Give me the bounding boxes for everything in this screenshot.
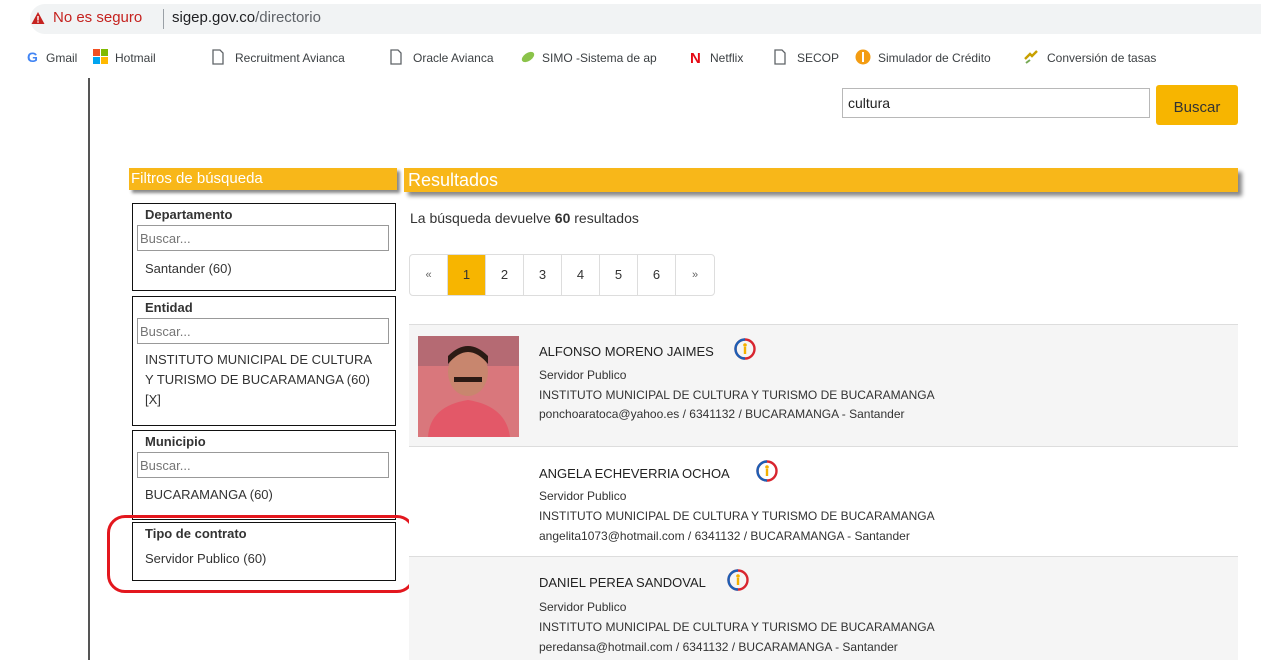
bookmark-conversion-tasas[interactable]: Conversión de tasas [1047,51,1242,65]
pagination-page-2[interactable]: 2 [486,255,524,295]
result-role: Servidor Publico [539,368,627,382]
arrows-icon [1024,50,1038,64]
pagination-page-1[interactable]: 1 [448,255,486,295]
results-count-number: 60 [554,210,571,226]
filter-entidad-title: Entidad [145,300,193,315]
pagination: « 1 2 3 4 5 6 » [409,254,715,296]
result-name[interactable]: ALFONSO MORENO JAIMES [539,344,714,359]
sigep-logo-icon [734,338,756,360]
page-icon [390,49,402,65]
result-contact: peredansa@hotmail.com / 6341132 / BUCARA… [539,640,898,654]
page-icon [774,49,786,65]
pagination-page-3[interactable]: 3 [524,255,562,295]
pagination-page-6[interactable]: 6 [638,255,676,295]
filter-municipio-title: Municipio [145,434,206,449]
profile-photo[interactable] [418,336,519,437]
url-text[interactable]: sigep.gov.co/directorio [172,9,321,26]
filters-title: Filtros de búsqueda [129,168,397,190]
results-count-suffix: resultados [570,210,639,226]
filter-municipio-option[interactable]: BUCARAMANGA (60) [145,485,273,505]
filter-departamento-search-input[interactable] [137,225,389,251]
result-contact: ponchoaratoca@yahoo.es / 6341132 / BUCAR… [539,407,905,421]
svg-text:N: N [690,50,701,65]
bookmark-recruitment-avianca[interactable]: Recruitment Avianca [235,51,345,65]
result-entity: INSTITUTO MUNICIPAL DE CULTURA Y TURISMO… [539,388,935,402]
address-bar: No es seguro sigep.gov.co/directorio [0,0,1261,40]
person-photo-icon [418,336,519,437]
filter-entidad-search-input[interactable] [137,318,389,344]
result-name[interactable]: DANIEL PEREA SANDOVAL [539,575,706,590]
filter-departamento: Departamento Santander (60) [132,203,396,291]
result-name[interactable]: ANGELA ECHEVERRIA OCHOA [539,466,730,481]
divider [163,9,164,29]
red-annotation-outline [107,515,415,593]
leaf-icon [521,51,535,63]
filter-departamento-option[interactable]: Santander (60) [145,259,232,279]
pagination-page-5[interactable]: 5 [600,255,638,295]
filter-entidad: Entidad INSTITUTO MUNICIPAL DE CULTURA Y… [132,296,396,426]
microsoft-icon [93,49,108,64]
bookmark-gmail[interactable]: Gmail [46,51,77,65]
result-item [409,325,1238,446]
results-count-prefix: La búsqueda devuelve [410,210,555,226]
orange-circle-icon [855,49,871,65]
filter-entidad-option-line2[interactable]: Y TURISMO DE BUCARAMANGA (60) [145,370,370,390]
result-entity: INSTITUTO MUNICIPAL DE CULTURA Y TURISMO… [539,509,935,523]
pagination-next[interactable]: » [676,255,714,295]
page-left-border [88,78,90,660]
filter-departamento-title: Departamento [145,207,233,222]
result-contact: angelita1073@hotmail.com / 6341132 / BUC… [539,529,910,543]
bookmark-simo[interactable]: SIMO -Sistema de ap [542,51,657,65]
svg-text:G: G [27,49,38,65]
pagination-page-4[interactable]: 4 [562,255,600,295]
bookmark-oracle-avianca[interactable]: Oracle Avianca [413,51,494,65]
bookmark-hotmail[interactable]: Hotmail [115,51,156,65]
result-role: Servidor Publico [539,489,627,503]
result-role: Servidor Publico [539,600,627,614]
bookmark-netflix[interactable]: Netflix [710,51,743,65]
search-input[interactable] [842,88,1150,118]
results-count: La búsqueda devuelve 60 resultados [410,210,639,226]
url-path: /directorio [255,9,321,26]
bookmark-secop[interactable]: SECOP [797,51,839,65]
warning-icon[interactable] [31,11,45,25]
filter-entidad-remove[interactable]: [X] [145,390,161,410]
results-title: Resultados [404,168,1238,192]
google-icon: G [27,49,38,65]
page-icon [212,49,224,65]
sigep-logo-icon [756,460,778,482]
security-label[interactable]: No es seguro [53,9,142,26]
sigep-logo-icon [727,569,749,591]
netflix-icon: N [690,50,701,65]
filter-municipio-search-input[interactable] [137,452,389,478]
search-button[interactable]: Buscar [1156,85,1238,125]
url-domain: sigep.gov.co [172,9,256,26]
pagination-prev[interactable]: « [410,255,448,295]
bookmark-simulador[interactable]: Simulador de Crédito [878,51,991,65]
filter-entidad-option[interactable]: INSTITUTO MUNICIPAL DE CULTURA [145,350,372,370]
result-entity: INSTITUTO MUNICIPAL DE CULTURA Y TURISMO… [539,620,935,634]
filter-municipio: Municipio BUCARAMANGA (60) [132,430,396,520]
